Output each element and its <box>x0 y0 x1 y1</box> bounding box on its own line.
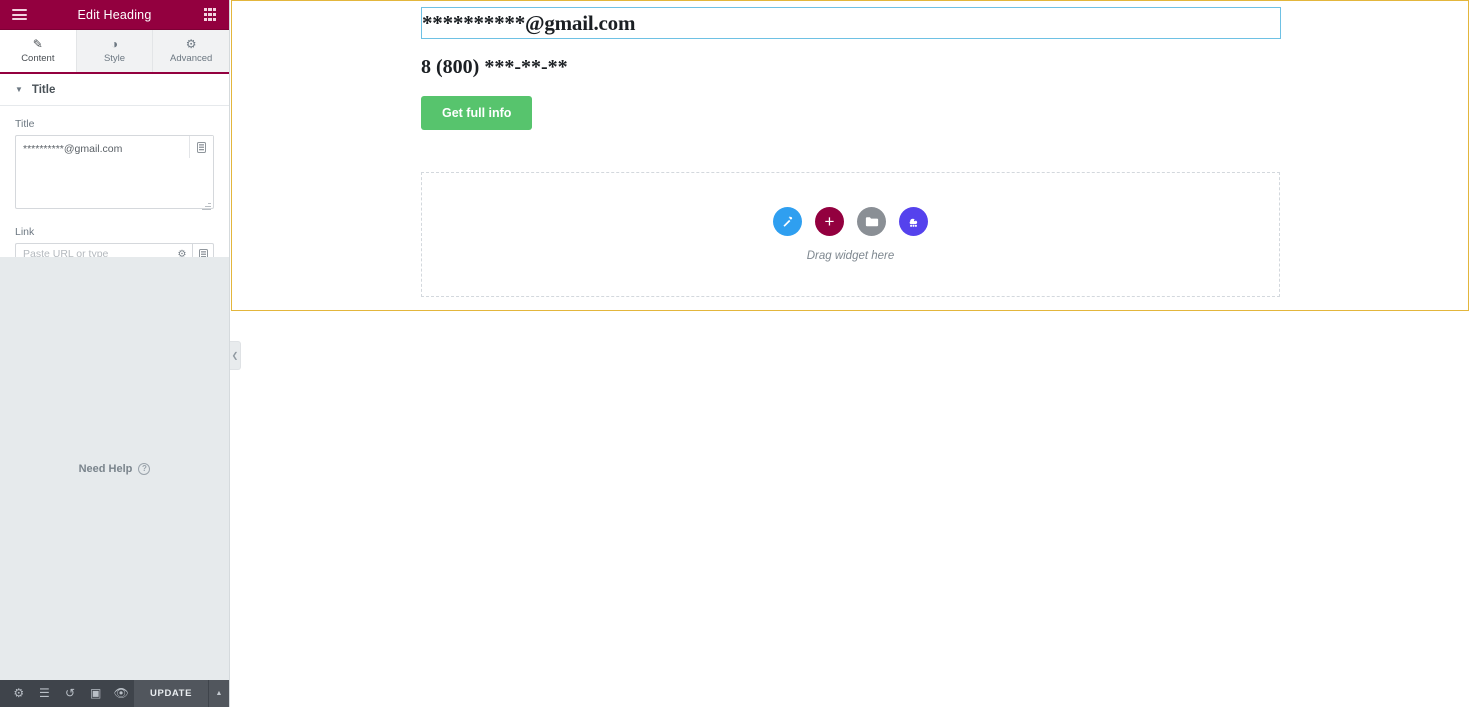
dynamic-tags-icon[interactable] <box>189 136 213 158</box>
caret-up-icon[interactable]: ▲ <box>209 679 229 707</box>
panel-footer: ⚙ ☰ ↺ ▣ 👁 UPDATE ▲ <box>0 679 229 707</box>
link-options-gear-icon[interactable]: ⚙ <box>172 243 193 258</box>
tab-style[interactable]: ◑ Style <box>76 30 154 72</box>
panel-bottom-spacer <box>0 496 229 680</box>
widgets-grid-icon[interactable] <box>199 4 221 26</box>
section-title-toggle[interactable]: ▼ Title <box>0 74 229 106</box>
heading-widget-email[interactable]: **********@gmail.com <box>421 7 1281 40</box>
responsive-mode-icon[interactable]: ▣ <box>83 680 109 707</box>
magic-wand-icon[interactable] <box>773 207 802 236</box>
heading-phone-text[interactable]: 8 (800) ***-**-** <box>421 55 1281 79</box>
panel-body: ▼ Title Title **********@gmail.com Link … <box>0 74 229 258</box>
gear-icon: ⚙ <box>185 37 197 51</box>
control-title: Title <box>0 118 229 214</box>
dropzone-label: Drag widget here <box>806 250 895 262</box>
update-button[interactable]: UPDATE <box>134 679 209 707</box>
widget-dropzone[interactable]: + Drag widget here <box>421 172 1280 297</box>
need-help-label: Need Help <box>78 462 133 475</box>
section-title-label: Title <box>31 83 56 96</box>
section-content: **********@gmail.com 8 (800) ***-**-** G… <box>421 7 1281 131</box>
editor-canvas: **********@gmail.com 8 (800) ***-**-** G… <box>231 0 1470 707</box>
editor-panel: Edit Heading ✎ Content ◑ Style ⚙ Advance… <box>0 0 230 707</box>
canvas-section[interactable]: **********@gmail.com 8 (800) ***-**-** G… <box>231 0 1469 311</box>
panel-empty-area <box>0 257 229 441</box>
link-input[interactable] <box>15 243 172 258</box>
history-clock-icon[interactable]: ↺ <box>57 680 83 707</box>
elementor-editor: Edit Heading ✎ Content ◑ Style ⚙ Advance… <box>0 0 1470 707</box>
caret-down-icon: ▼ <box>15 85 23 94</box>
settings-gear-icon[interactable]: ⚙ <box>6 680 32 707</box>
panel-tabs: ✎ Content ◑ Style ⚙ Advanced <box>0 30 230 74</box>
hamburger-menu-icon[interactable] <box>8 4 30 26</box>
tab-style-label: Style <box>103 53 126 64</box>
folder-icon[interactable] <box>857 207 886 236</box>
panel-header: Edit Heading <box>0 0 229 30</box>
need-help-link[interactable]: Need Help ? <box>0 440 229 497</box>
update-button-group: UPDATE ▲ <box>134 679 229 707</box>
tab-advanced-label: Advanced <box>170 53 213 64</box>
tab-content[interactable]: ✎ Content <box>0 30 77 72</box>
question-circle-icon: ? <box>138 462 151 475</box>
heading-email-text: **********@gmail.com <box>422 11 636 35</box>
tab-content-label: Content <box>21 53 55 64</box>
get-full-info-button[interactable]: Get full info <box>421 96 533 131</box>
link-field-label: Link <box>15 226 35 238</box>
panel-title: Edit Heading <box>77 7 152 22</box>
tab-advanced[interactable]: ⚙ Advanced <box>153 30 230 72</box>
title-field-label: Title <box>15 118 35 130</box>
link-dynamic-tags-icon[interactable] <box>193 243 214 258</box>
contrast-icon: ◑ <box>110 37 119 51</box>
navigator-layers-icon[interactable]: ☰ <box>32 680 58 707</box>
pencil-icon: ✎ <box>32 37 43 51</box>
title-textarea[interactable] <box>15 135 214 209</box>
dropzone-buttons: + <box>773 207 928 236</box>
plus-icon[interactable]: + <box>815 207 844 236</box>
panel-collapse-handle[interactable]: ❮ <box>230 341 241 370</box>
ai-cloud-icon[interactable] <box>899 207 928 236</box>
control-link: Link ⚙ <box>0 226 229 258</box>
preview-eye-icon[interactable]: 👁 <box>108 680 134 707</box>
